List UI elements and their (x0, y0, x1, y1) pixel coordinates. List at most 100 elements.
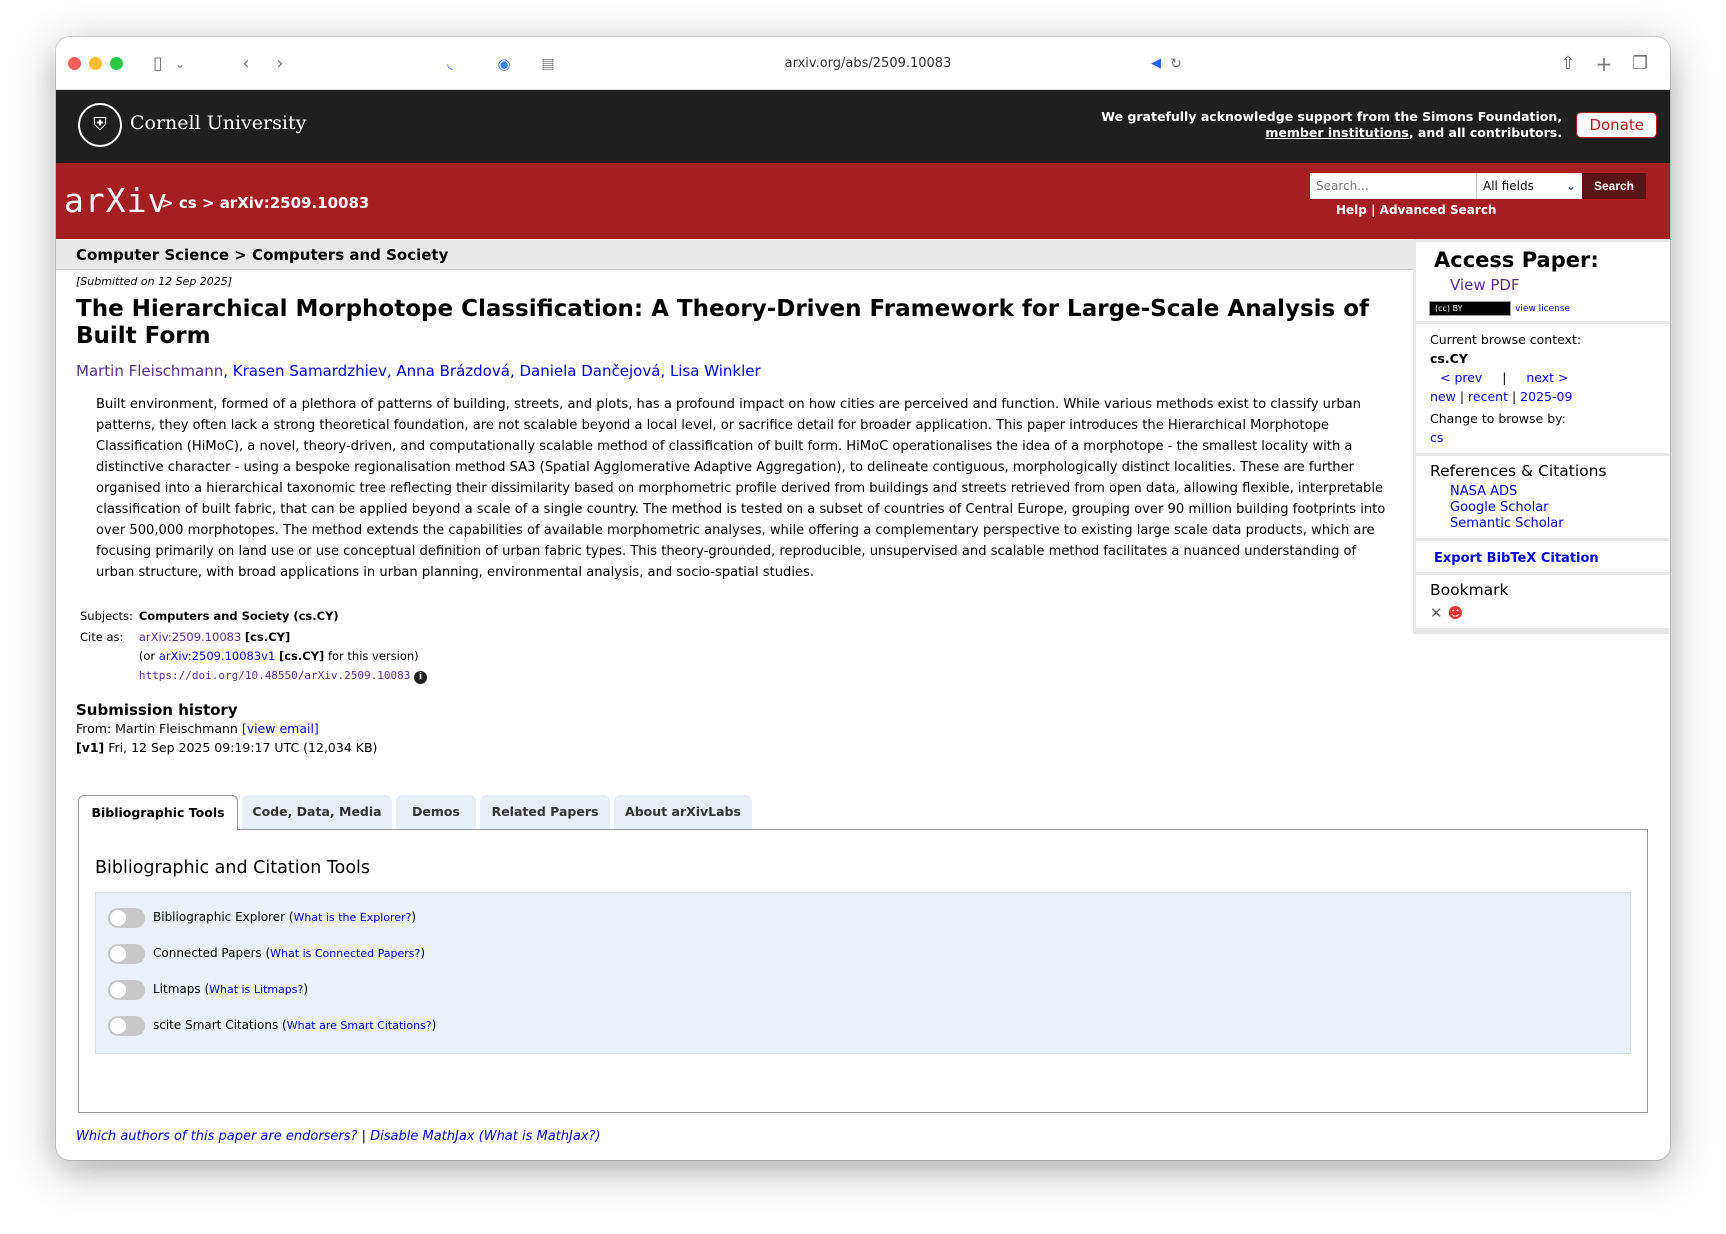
search-input[interactable] (1310, 173, 1476, 199)
tab-about-arxivlabs[interactable]: About arXivLabs (614, 795, 752, 829)
back-icon[interactable]: ‹ (236, 49, 256, 79)
reload-icon[interactable]: ↻ (1166, 49, 1186, 79)
toggle-switch[interactable] (108, 943, 145, 964)
cornell-name[interactable]: Cornell University (130, 112, 306, 134)
rss-icon[interactable]: ◟ (438, 49, 462, 79)
cite-category: [cs.CY] (278, 649, 325, 663)
category-heading: Computer Science > Computers and Society (56, 240, 1413, 270)
metadata-table: Subjects: Computers and Society (cs.CY) C… (76, 605, 431, 687)
tool-scite: scite Smart Citations (What are Smart Ci… (108, 1015, 436, 1036)
export-bibtex-link[interactable]: Export BibTeX Citation (1434, 551, 1599, 566)
browse-cs-link[interactable]: cs (1430, 430, 1443, 445)
semantic-scholar-link[interactable]: Semantic Scholar (1450, 516, 1656, 532)
browse-context-box: Current browse context: cs.CY < prev | n… (1416, 324, 1670, 453)
tabs-overview-icon[interactable]: ❐ (1628, 49, 1652, 79)
submission-history: From: Martin Fleischmann [view email] [v… (76, 719, 1406, 757)
abstract-page: [Submitted on 12 Sep 2025] The Hierarchi… (76, 273, 1406, 757)
tool-info-link[interactable]: What is Connected Papers? (270, 947, 420, 960)
donate-button[interactable]: Donate (1576, 112, 1657, 138)
address-bar[interactable]: arxiv.org/abs/2509.10083 (628, 51, 1108, 77)
crumb-sep: > (201, 194, 215, 212)
endorsers-link[interactable]: Which authors of this paper are endorser… (76, 1129, 357, 1144)
close-window-button[interactable] (68, 57, 81, 70)
version-date: Fri, 12 Sep 2025 09:19:17 UTC (12,034 KB… (108, 740, 378, 755)
tab-related-papers[interactable]: Related Papers (480, 795, 610, 829)
toggle-switch[interactable] (108, 979, 145, 1000)
forward-icon[interactable]: › (270, 49, 290, 79)
help-link[interactable]: Help (1336, 203, 1367, 217)
cite-link[interactable]: arXiv:2509.10083 (139, 630, 241, 644)
author-link[interactable]: Martin Fleischmann (76, 362, 223, 380)
references-heading: References & Citations (1430, 462, 1607, 480)
google-scholar-link[interactable]: Google Scholar (1450, 500, 1656, 516)
what-is-mathjax-link[interactable]: (What is MathJax?) (479, 1129, 601, 1144)
prev-link[interactable]: < prev (1440, 370, 1482, 385)
change-browse-label: Change to browse by: (1430, 411, 1566, 426)
abstract: Built environment, formed of a plethora … (96, 397, 1386, 580)
cc-by-license-badge[interactable]: (cc) BY (1429, 301, 1511, 316)
advanced-search-link[interactable]: Advanced Search (1380, 203, 1497, 217)
chevron-down-icon[interactable]: ⌄ (172, 49, 188, 79)
info-icon[interactable]: i (414, 671, 428, 684)
tools-list: Bibliographic Explorer (What is the Expl… (95, 892, 1631, 1054)
browser-window: ▯ ⌄ ‹ › ◟ ◉ ▤ arxiv.org/abs/2509.10083 ◀… (56, 37, 1670, 1160)
next-link[interactable]: next > (1526, 370, 1568, 385)
ack-text-rest: , and all contributors. (1408, 125, 1562, 140)
paper-title: The Hierarchical Morphotope Classificati… (76, 296, 1370, 349)
tool-label: Connected Papers (153, 946, 262, 960)
new-tab-icon[interactable]: + (1592, 49, 1616, 79)
bookmark-box: Bookmark ✕ ☻ (1416, 575, 1670, 628)
search-field-select[interactable]: All fields ⌄ (1476, 173, 1582, 199)
tool-info-link[interactable]: What are Smart Citations? (287, 1019, 432, 1032)
tool-connected-papers: Connected Papers (What is Connected Pape… (108, 943, 425, 964)
nasa-ads-link[interactable]: NASA ADS (1450, 484, 1656, 500)
recent-link[interactable]: recent (1468, 389, 1508, 404)
view-email-link[interactable]: [view email] (242, 721, 319, 736)
cite-version-link[interactable]: arXiv:2509.10083v1 (159, 649, 276, 663)
crumb-cs[interactable]: cs (179, 194, 197, 212)
submitter: From: Martin Fleischmann (76, 721, 238, 736)
zoom-window-button[interactable] (110, 57, 123, 70)
tool-bibliographic-explorer: Bibliographic Explorer (What is the Expl… (108, 907, 416, 928)
subjects-value: Computers and Society (cs.CY) (138, 609, 339, 623)
reddit-icon[interactable]: ☻ (1448, 604, 1464, 622)
tab-demos[interactable]: Demos (396, 795, 476, 829)
author-link[interactable]: Anna Brázdová (396, 362, 510, 380)
share-icon[interactable]: ⇧ (1556, 49, 1580, 79)
author-link[interactable]: Daniela Dančejová (519, 362, 660, 380)
month-link[interactable]: 2025-09 (1520, 389, 1572, 404)
view-license-link[interactable]: view license (1515, 304, 1570, 314)
tool-info-link[interactable]: What is the Explorer? (294, 911, 412, 924)
arxiv-logo[interactable]: arXiv (64, 181, 168, 220)
view-pdf-link[interactable]: View PDF (1450, 276, 1520, 294)
speaker-icon[interactable]: ◀ (1146, 49, 1166, 79)
sidebar-toggle-icon[interactable]: ▯ (146, 49, 170, 79)
disable-mathjax-link[interactable]: Disable MathJax (370, 1129, 474, 1144)
references-box: References & Citations NASA ADS Google S… (1416, 456, 1670, 538)
author-link[interactable]: Lisa Winkler (670, 362, 761, 380)
doi-link[interactable]: https://doi.org/10.48550/arXiv.2509.1008… (139, 669, 411, 682)
cornell-header: ⛨ Cornell University We gratefully ackno… (56, 90, 1670, 163)
bibsonomy-icon[interactable]: ✕ (1430, 604, 1443, 622)
search-button[interactable]: Search (1582, 173, 1646, 199)
tool-info-link[interactable]: What is Litmaps? (209, 983, 303, 996)
member-institutions-link[interactable]: member institutions (1265, 125, 1408, 140)
access-paper-box: Access Paper: View PDF (cc) BY view lice… (1416, 242, 1670, 321)
bookmark-heading: Bookmark (1430, 581, 1509, 599)
tool-label: scite Smart Citations (153, 1018, 279, 1032)
crumb-sep: > (161, 194, 174, 212)
reader-icon[interactable]: ▤ (536, 49, 560, 79)
tab-code-data-media[interactable]: Code, Data, Media (242, 795, 392, 829)
search-help: Help | Advanced Search (1336, 203, 1496, 217)
minimize-window-button[interactable] (89, 57, 102, 70)
tab-bibliographic-tools[interactable]: Bibliographic Tools (78, 795, 238, 831)
author-link[interactable]: Krasen Samardzhiev (233, 362, 387, 380)
tool-litmaps: Litmaps (What is Litmaps?) (108, 979, 308, 1000)
subjects-label: Subjects: (80, 609, 133, 623)
extension-icon[interactable]: ◉ (492, 49, 516, 79)
toggle-switch[interactable] (108, 907, 145, 928)
cornell-seal-icon[interactable]: ⛨ (78, 103, 122, 147)
toggle-switch[interactable] (108, 1015, 145, 1036)
new-link[interactable]: new (1430, 389, 1456, 404)
separator: | (1511, 389, 1517, 404)
